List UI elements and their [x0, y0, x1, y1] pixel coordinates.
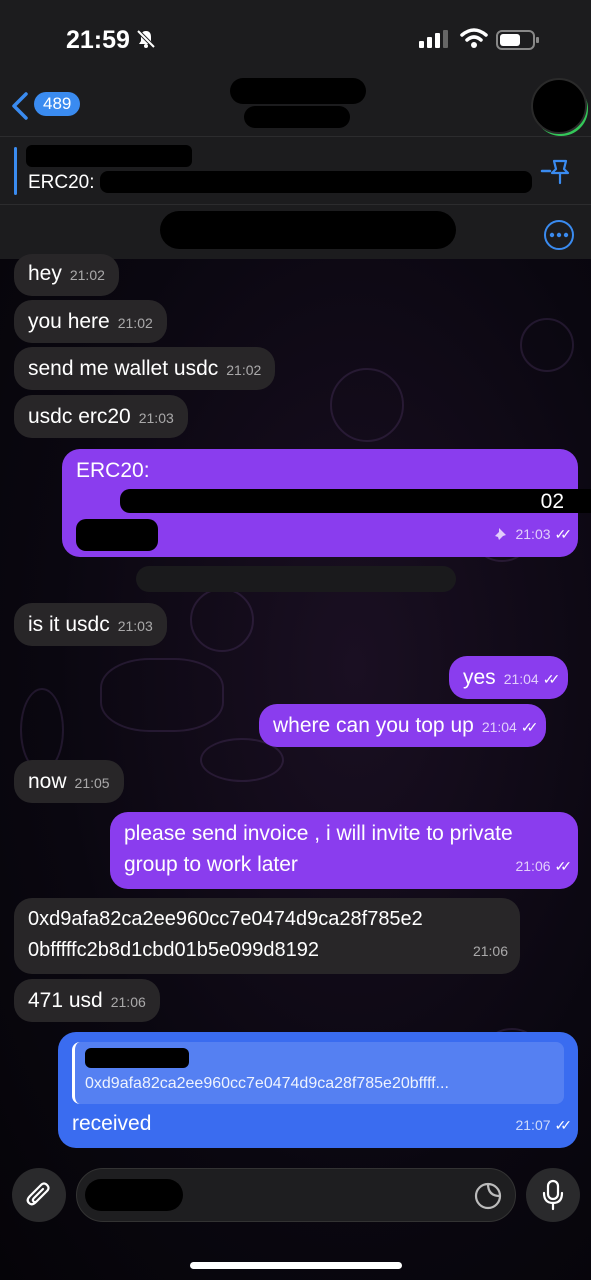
signal-icon	[419, 30, 448, 48]
message-time: 21:05	[74, 775, 110, 791]
chat-action-bar	[0, 204, 591, 259]
microphone-icon	[542, 1179, 564, 1211]
message-outgoing[interactable]: yes 21:04 ✓✓	[449, 656, 569, 699]
message-text: where can you top up	[273, 714, 474, 737]
message-meta: 21:07 ✓✓	[507, 1108, 573, 1141]
message-text: send me wallet usdc	[28, 357, 219, 380]
message-text: now	[28, 770, 67, 793]
pin-list-icon[interactable]	[540, 157, 572, 185]
read-checkmarks-icon: ✓✓	[554, 526, 573, 542]
more-options-icon[interactable]	[543, 219, 575, 251]
chat-title[interactable]	[230, 78, 366, 104]
message-time: 21:02	[117, 315, 153, 331]
message-text: received	[72, 1112, 152, 1135]
paperclip-icon	[26, 1182, 50, 1206]
redacted-address	[120, 489, 591, 513]
wifi-icon	[460, 28, 488, 48]
message-text-line2: 0bfffffc2b8d1cbd01b5e099d8192	[28, 939, 320, 961]
message-meta: 21:06 ✓✓	[507, 849, 573, 882]
message-incoming[interactable]: 471 usd 21:06	[14, 979, 160, 1022]
message-incoming[interactable]: hey 21:02	[14, 254, 119, 296]
message-incoming[interactable]: is it usdc 21:03	[14, 603, 167, 646]
message-time: 21:04	[503, 671, 539, 687]
pinned-redacted	[100, 171, 532, 193]
message-meta: 21:03 ✓✓	[494, 517, 573, 550]
message-text: ERC20:	[76, 459, 150, 482]
message-time: 21:04	[481, 719, 517, 735]
message-text-line1: please send invoice , i will invite to p…	[124, 822, 513, 845]
message-text: yes	[463, 666, 496, 689]
pinned-accent	[14, 147, 17, 195]
message-text-line1: 0xd9afa82ca2ee960cc7e0474d9ca28f785e2	[28, 908, 423, 930]
message-incoming[interactable]: you here 21:02	[14, 300, 167, 343]
home-indicator	[190, 1262, 402, 1269]
reply-author-redacted	[85, 1048, 189, 1068]
redacted-address-2	[76, 519, 158, 551]
message-time: 21:03	[138, 410, 174, 426]
message-time: 21:02	[226, 362, 262, 378]
back-button[interactable]: 489	[10, 88, 90, 124]
chat-subtitle	[244, 106, 350, 128]
pin-icon	[494, 528, 506, 540]
read-checkmarks-icon: ✓✓	[554, 858, 573, 874]
message-outgoing[interactable]: ERC20: 02 21:03 ✓✓	[62, 449, 591, 557]
chat-header: 489	[0, 78, 591, 136]
message-time: 21:03	[117, 618, 153, 634]
message-outgoing[interactable]: please send invoice , i will invite to p…	[110, 812, 578, 889]
message-meta: 21:06	[465, 935, 508, 967]
message-incoming[interactable]: now 21:05	[14, 760, 124, 803]
pinned-text: ERC20:	[28, 172, 95, 193]
message-time: 21:06	[515, 858, 551, 874]
bell-off-icon	[136, 29, 156, 49]
battery-icon	[496, 30, 539, 50]
message-text: is it usdc	[28, 613, 110, 636]
read-checkmarks-icon: ✓✓	[554, 1117, 573, 1133]
message-text-line2: group to work later	[124, 853, 298, 876]
input-redacted	[85, 1179, 183, 1211]
attach-button[interactable]	[12, 1168, 66, 1222]
action-bar-redacted	[160, 211, 456, 249]
message-incoming[interactable]: usdc erc20 21:03	[14, 395, 188, 438]
avatar[interactable]	[531, 78, 587, 134]
microphone-button[interactable]	[526, 1168, 580, 1222]
message-time: 21:03	[515, 526, 551, 542]
message-text: usdc erc20	[28, 405, 131, 428]
sticker-icon[interactable]	[474, 1182, 502, 1210]
read-checkmarks-icon: ✓✓	[520, 719, 539, 735]
message-text: hey	[28, 262, 62, 285]
message-input[interactable]	[76, 1168, 516, 1222]
read-checkmarks-icon: ✓✓	[542, 671, 561, 687]
service-message-redacted	[136, 566, 456, 592]
reply-text: 0xd9afa82ca2ee960cc7e0474d9ca28f785e20bf…	[85, 1075, 449, 1092]
reply-quote[interactable]: 0xd9afa82ca2ee960cc7e0474d9ca28f785e20bf…	[72, 1042, 564, 1104]
message-outgoing[interactable]: 0xd9afa82ca2ee960cc7e0474d9ca28f785e20bf…	[58, 1032, 578, 1148]
message-time: 21:07	[515, 1117, 551, 1133]
status-time: 21:59	[66, 26, 130, 54]
chevron-left-icon	[12, 92, 28, 120]
message-time: 21:06	[110, 994, 146, 1010]
message-incoming[interactable]: 0xd9afa82ca2ee960cc7e0474d9ca28f785e2 0b…	[14, 898, 520, 974]
pinned-title	[26, 145, 192, 167]
message-incoming[interactable]: send me wallet usdc 21:02	[14, 347, 276, 390]
message-text: you here	[28, 310, 110, 333]
message-time: 21:06	[472, 943, 508, 959]
status-bar: 21:59	[0, 0, 591, 78]
message-text: 471 usd	[28, 989, 103, 1012]
message-time: 21:02	[69, 267, 105, 283]
message-outgoing[interactable]: where can you top up 21:04 ✓✓	[259, 704, 547, 747]
message-text-partial: 02	[540, 490, 564, 513]
unread-badge: 489	[34, 92, 81, 116]
pinned-message-bar[interactable]: ERC20:	[0, 136, 591, 205]
